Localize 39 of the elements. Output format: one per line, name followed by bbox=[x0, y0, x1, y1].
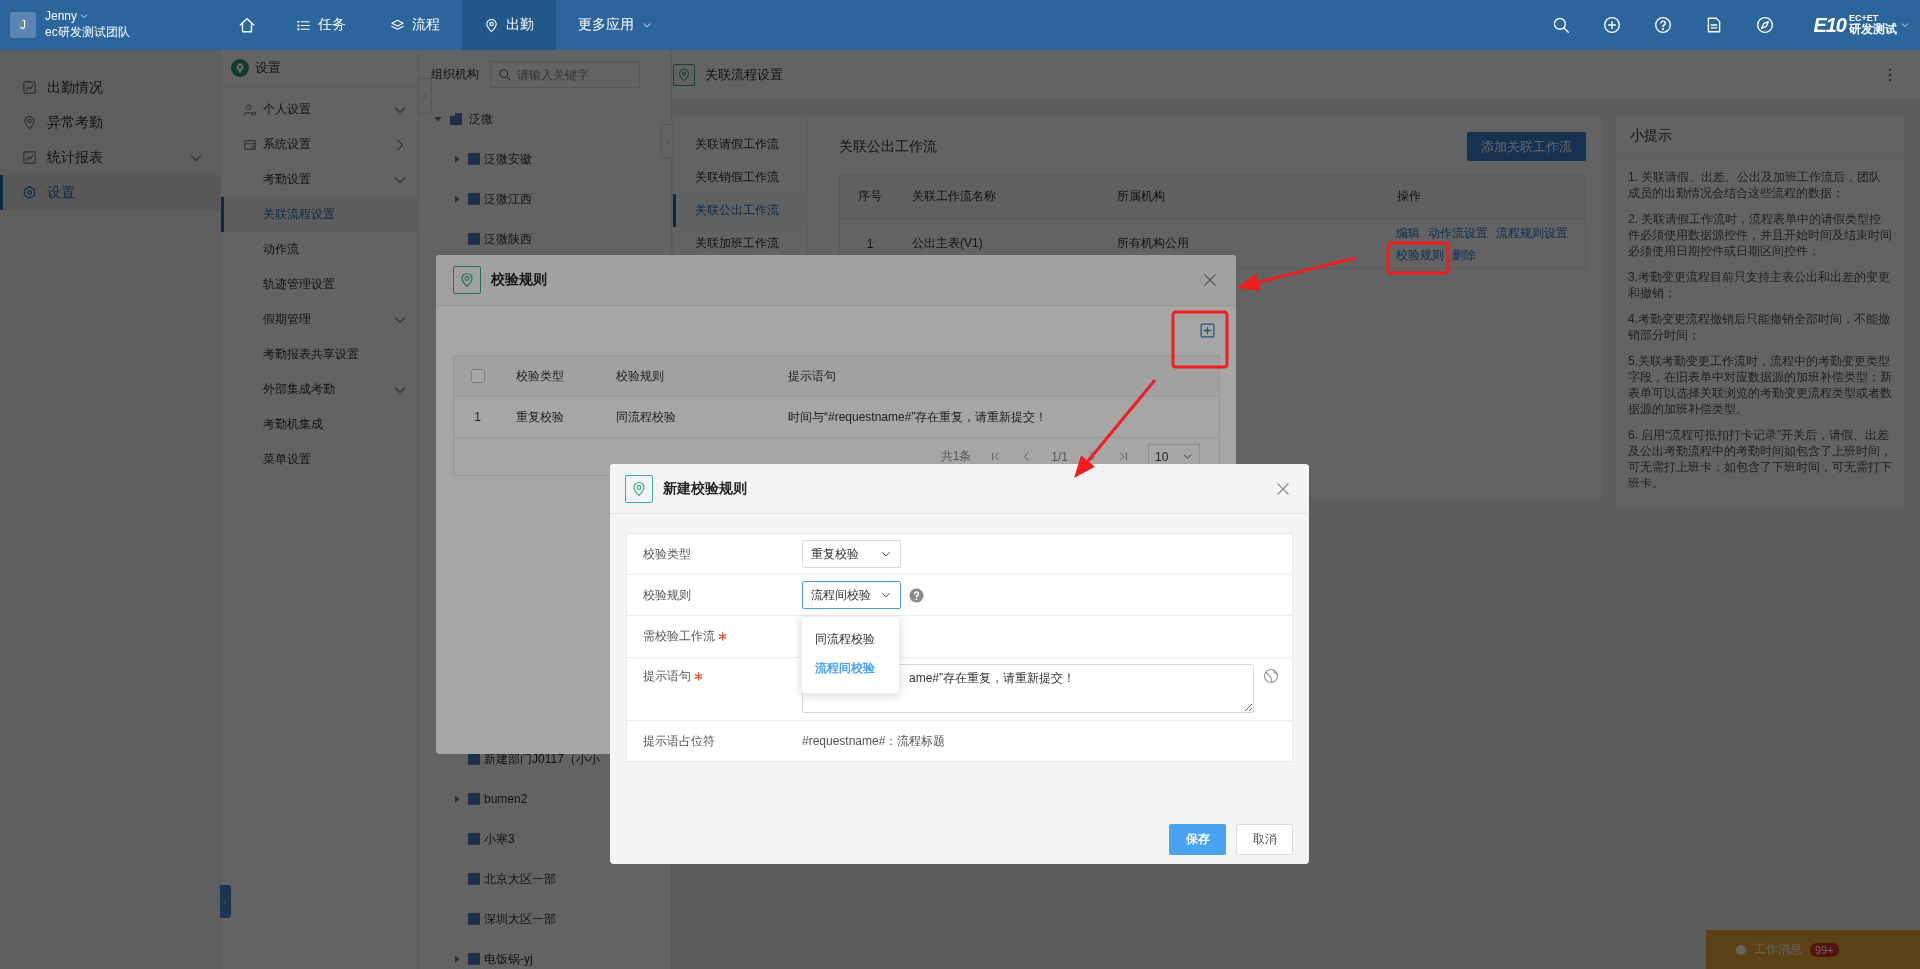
page-indicator: 1/1 bbox=[1051, 449, 1068, 464]
total-count: 共1条 bbox=[940, 448, 972, 465]
column-header: 所属机构 bbox=[1116, 188, 1166, 205]
column-header: 校验类型 bbox=[515, 367, 565, 385]
logo-text: 研发测试 bbox=[1849, 23, 1897, 36]
tip-text: 1. 关联请假、出差、公出及加班工作流后，团队成员的出勤情况会结合这些流程的数据； bbox=[1628, 169, 1883, 201]
table-cell: 所有机构公用 bbox=[1117, 235, 1189, 252]
tip-text: 2. 关联请假工作流时，流程表单中的请假类型控件必须使用数据源控件，并且开始时间及结束时间必须使用日期控件或日期区间控件； bbox=[1628, 211, 1892, 259]
column-header: 关联工作流名称 bbox=[911, 188, 997, 205]
table-cell-text: 时间与“#requestname#”存在重复，请重新提交！ bbox=[787, 408, 1049, 426]
table-cell: 1 bbox=[866, 236, 874, 251]
field-label: 校验类型 bbox=[643, 545, 691, 563]
team-name: ec研发测试团队 bbox=[45, 24, 130, 41]
column-header: 提示语句 bbox=[787, 367, 837, 385]
column-header: 序号 bbox=[857, 188, 883, 205]
column-header: 校验规则 bbox=[615, 367, 665, 385]
field-label: 需校验工作流 bbox=[643, 628, 715, 645]
dialog-title: 校验规则 bbox=[491, 271, 547, 289]
page-title: 关联流程设置 bbox=[705, 65, 783, 84]
dialog-title: 新建校验规则 bbox=[663, 479, 747, 498]
table-cell: 公出主表(V1) bbox=[912, 235, 983, 252]
table-cell-text: 同流程校验 bbox=[615, 408, 677, 426]
panel-title: 关联公出工作流 bbox=[839, 137, 937, 156]
panel-title: 组织机构 bbox=[431, 66, 479, 83]
tip-text: 5.关联考勤变更工作流时，流程中的考勤变更类型字段，在旧表单中对应数据源的加班补偿类型；新表单可以选择关联浏览的考勤变更流程类型或者数据源的加班补偿类型。 bbox=[1628, 353, 1892, 417]
tip-text: 4.考勤变更流程撤销后只能撤销全部时间，不能撤销部分时间； bbox=[1628, 311, 1891, 343]
field-label: 校验规则 bbox=[643, 586, 691, 604]
menu-title: 设置 bbox=[255, 59, 281, 77]
logo-mark: E10 bbox=[1813, 13, 1846, 37]
count-badge: 99+ bbox=[1810, 942, 1839, 957]
table-cell-text: 重复校验 bbox=[515, 408, 565, 426]
field-label: 提示语占位符 bbox=[643, 732, 715, 750]
logo-text: EC+ET bbox=[1849, 14, 1880, 23]
work-message-label: 工作消息 bbox=[1754, 941, 1802, 958]
column-header: 操作 bbox=[1396, 188, 1422, 205]
tips-title: 小提示 bbox=[1630, 127, 1672, 145]
field-value: #requestname#：流程标题 bbox=[802, 732, 946, 750]
table-cell-text: 1 bbox=[473, 409, 482, 426]
field-label: 提示语句 bbox=[643, 668, 691, 685]
